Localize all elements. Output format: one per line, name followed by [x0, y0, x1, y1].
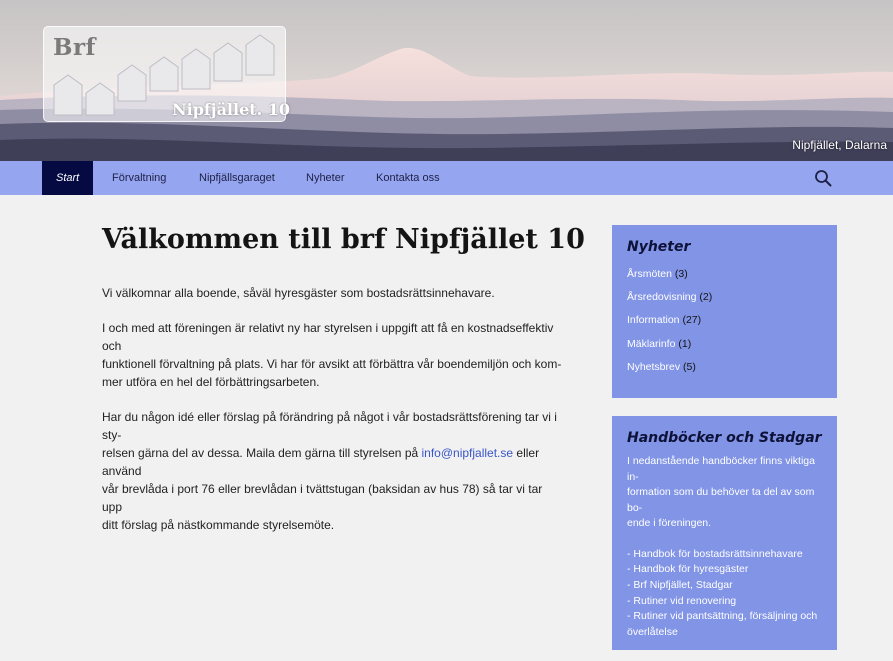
category-link-maklarinfo[interactable]: Mäklarinfo	[627, 338, 675, 350]
handbook-link-pantsattning[interactable]: - Rutiner vid pantsättning, försäljning …	[627, 609, 822, 625]
contact-line: relsen gärna del av dessa. Maila dem gär…	[102, 446, 422, 460]
list-item: Mäklarinfo (1)	[627, 333, 822, 356]
handbook-link-pantsattning-cont[interactable]: överlåtelse	[627, 625, 822, 641]
list-item: Årsmöten (3)	[627, 263, 822, 286]
search-icon[interactable]	[814, 169, 832, 187]
handbooks-widget-title: Handböcker och Stadgar	[627, 430, 822, 446]
news-widget-title: Nyheter	[627, 239, 691, 255]
category-count: (1)	[678, 337, 692, 350]
category-count: (3)	[674, 268, 688, 280]
description-line: ende i föreningen.	[627, 517, 712, 529]
main-navigation: Start Förvaltning Nipfjällsgaraget Nyhet…	[0, 161, 893, 195]
nav-item-start[interactable]: Start	[42, 161, 94, 195]
contact-line: Har du någon idé eller förslag på föränd…	[102, 410, 557, 442]
intro-paragraph: I och med att föreningen är relativt ny …	[102, 319, 562, 391]
site-name[interactable]: Nipfjället. 10	[172, 100, 290, 119]
list-item: Årsredovisning (2)	[627, 286, 822, 309]
intro-line: mer utföra en hel del förbättringsarbete…	[102, 375, 320, 389]
handbooks-link-list: - Handbok för bostadsrättsinnehavare - H…	[627, 547, 822, 641]
handbook-link-bostadsrattsinnehavare[interactable]: - Handbok för bostadsrättsinnehavare	[627, 547, 822, 563]
list-item: Nyhetsbrev (5)	[627, 356, 822, 379]
handbook-link-renovering[interactable]: - Rutiner vid renovering	[627, 594, 822, 610]
category-link-nyhetsbrev[interactable]: Nyhetsbrev	[627, 361, 680, 373]
news-widget: Nyheter Årsmöten (3) Årsredovisning (2) …	[612, 225, 837, 398]
logo-text: Brf	[53, 34, 96, 61]
category-link-arsmoten[interactable]: Årsmöten	[627, 268, 672, 280]
category-link-information[interactable]: Information	[627, 314, 680, 326]
description-line: formation som du behöver ta del av som b…	[627, 486, 815, 514]
nav-item-nyheter[interactable]: Nyheter	[306, 161, 345, 195]
main-content: Vi välkomnar alla boende, såväl hyresgäs…	[102, 284, 562, 551]
category-count: (27)	[682, 314, 702, 327]
news-category-list: Årsmöten (3) Årsredovisning (2) Informat…	[627, 263, 822, 379]
category-count: (5)	[683, 360, 696, 373]
category-count: (2)	[699, 291, 713, 304]
contact-line: ditt förslag på nästkommande styrelsemöt…	[102, 518, 335, 532]
nav-item-forvaltning[interactable]: Förvaltning	[112, 161, 166, 195]
handbook-link-stadgar[interactable]: - Brf Nipfjället, Stadgar	[627, 578, 822, 594]
site-header: Brf Nipfjället. 10 Nipfjället, Dalarna	[0, 0, 893, 161]
contact-paragraph: Har du någon idé eller förslag på föränd…	[102, 408, 562, 534]
page-title: Välkommen till brf Nipfjället 10	[102, 224, 585, 255]
welcome-paragraph: Vi välkomnar alla boende, såväl hyresgäs…	[102, 286, 495, 300]
image-caption: Nipfjället, Dalarna	[792, 138, 887, 152]
nav-item-kontakta-oss[interactable]: Kontakta oss	[376, 161, 440, 195]
category-link-arsredovisning[interactable]: Årsredovisning	[627, 291, 696, 303]
intro-line: funktionell förvaltning på plats. Vi har…	[102, 357, 562, 371]
list-item: Information (27)	[627, 309, 822, 332]
email-link[interactable]: info@nipfjallet.se	[422, 446, 514, 460]
description-line: I nedanstående handböcker finns viktiga …	[627, 455, 815, 483]
handbooks-widget: Handböcker och Stadgar I nedanstående ha…	[612, 416, 837, 650]
contact-line: vår brevlåda i port 76 eller brevlådan i…	[102, 482, 543, 514]
intro-line: I och med att föreningen är relativt ny …	[102, 321, 554, 353]
handbooks-description: I nedanstående handböcker finns viktiga …	[627, 454, 822, 532]
nav-item-nipfjallsgaraget[interactable]: Nipfjällsgaraget	[199, 161, 275, 195]
handbook-link-hyresgaster[interactable]: - Handbok för hyresgäster	[627, 562, 822, 578]
